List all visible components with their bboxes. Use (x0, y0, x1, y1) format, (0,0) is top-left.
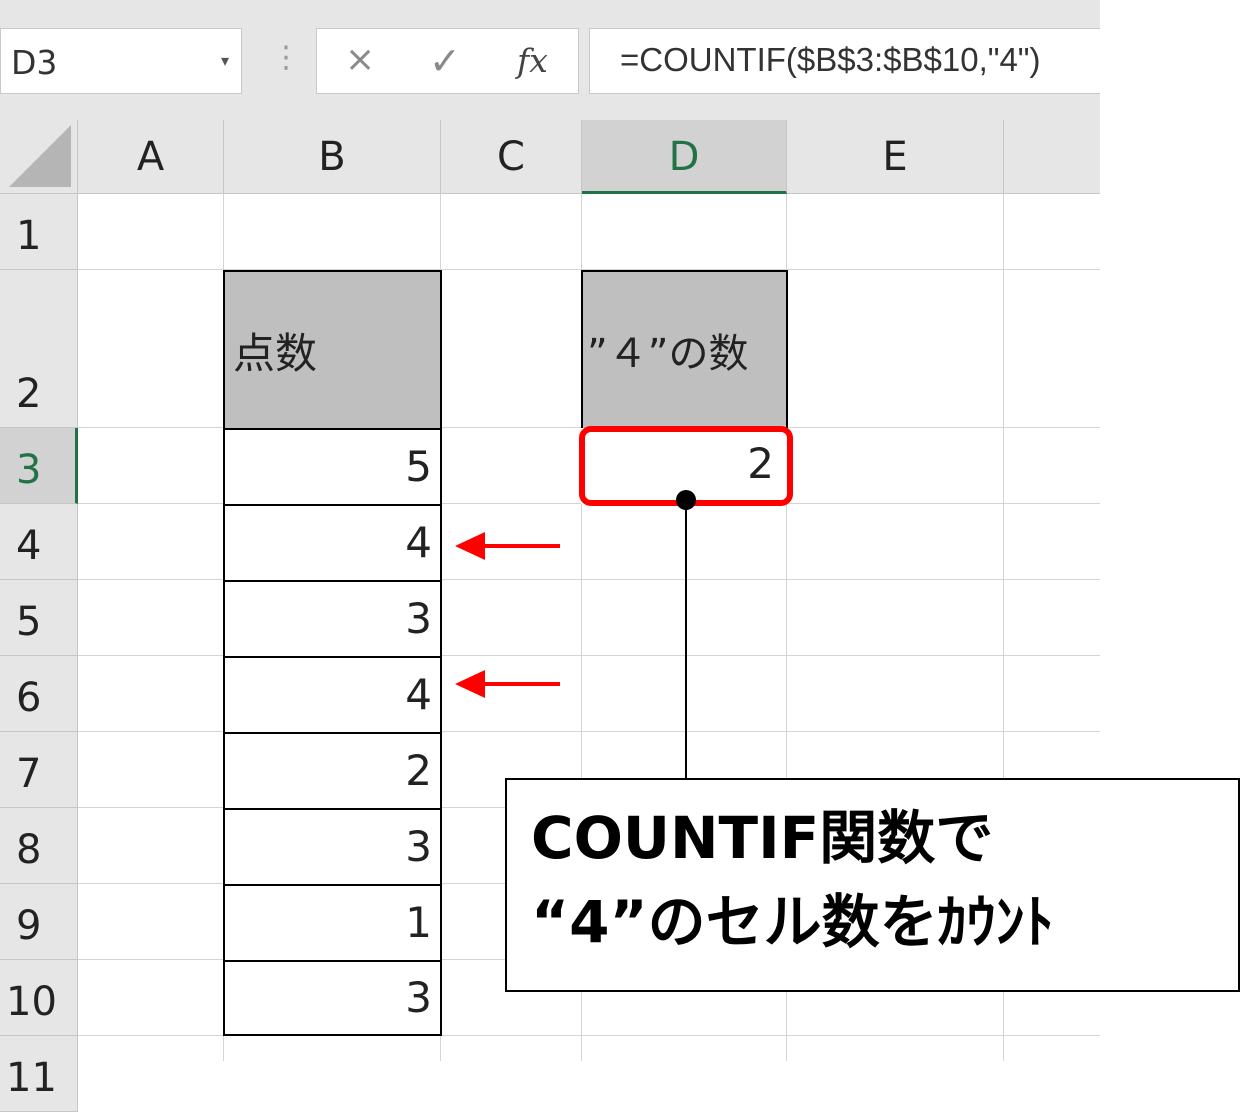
score-cell-b9[interactable]: 1 (223, 884, 442, 962)
formula-text: =COUNTIF($B$3:$B$10,"4") (620, 41, 1041, 78)
chevron-down-icon[interactable]: ▾ (221, 51, 229, 70)
row-header-8[interactable]: 8 (0, 808, 78, 884)
row-header-4[interactable]: 4 (0, 504, 78, 580)
score-cell-b8[interactable]: 3 (223, 808, 442, 886)
formula-bar: D3 ▾ ⋮ × ✓ fx =COUNTIF($B$3:$B$10,"4") (0, 0, 1100, 120)
row-header-10[interactable]: 10 (0, 960, 78, 1036)
formula-buttons: × ✓ fx (316, 28, 579, 94)
score-cell-b4[interactable]: 4 (223, 504, 442, 582)
row-header-3[interactable]: 3 (0, 428, 78, 504)
column-header-d[interactable]: D (582, 120, 787, 194)
select-all-triangle-icon (9, 125, 71, 187)
formula-input[interactable]: =COUNTIF($B$3:$B$10,"4") (589, 28, 1100, 94)
arrow-shaft (480, 682, 560, 686)
callout-line-1: COUNTIF関数で (531, 804, 994, 872)
arrow-shaft (480, 544, 560, 548)
name-box[interactable]: D3 ▾ (0, 28, 242, 94)
column-header-e[interactable]: E (787, 120, 1004, 194)
score-header-text: 点数 (233, 328, 318, 378)
row-header-5[interactable]: 5 (0, 580, 78, 656)
column-header-c[interactable]: C (441, 120, 582, 194)
count-header-text: ”４”の数 (587, 331, 749, 377)
row-header-9[interactable]: 9 (0, 884, 78, 960)
column-header-a[interactable]: A (78, 120, 224, 194)
score-cell-b10[interactable]: 3 (223, 960, 442, 1036)
score-cell-b3[interactable]: 5 (223, 428, 442, 506)
row-header-11[interactable]: 11 (0, 1036, 78, 1112)
column-header-b[interactable]: B (224, 120, 441, 194)
cancel-icon[interactable]: × (345, 39, 375, 80)
score-header-cell[interactable]: 点数 (223, 270, 442, 430)
grip-icon[interactable]: ⋮ (271, 40, 301, 75)
row-header-1[interactable]: 1 (0, 194, 78, 270)
enter-icon[interactable]: ✓ (429, 39, 461, 83)
select-all-button[interactable] (0, 120, 78, 194)
callout-box: COUNTIF関数で “4”のセル数をｶｳﾝﾄ (505, 778, 1240, 992)
row-header-6[interactable]: 6 (0, 656, 78, 732)
connector-line (685, 500, 687, 780)
row-header-7[interactable]: 7 (0, 732, 78, 808)
column-header-next[interactable] (1004, 120, 1100, 194)
score-cell-b7[interactable]: 2 (223, 732, 442, 810)
score-cell-b6[interactable]: 4 (223, 656, 442, 734)
callout-line-2: “4”のセル数をｶｳﾝﾄ (531, 888, 1054, 956)
insert-function-icon[interactable]: fx (517, 41, 548, 80)
score-cell-b5[interactable]: 3 (223, 580, 442, 658)
row-header-2[interactable]: 2 (0, 270, 78, 428)
name-box-value: D3 (11, 43, 58, 82)
count-header-cell[interactable]: ”４”の数 (581, 270, 788, 430)
